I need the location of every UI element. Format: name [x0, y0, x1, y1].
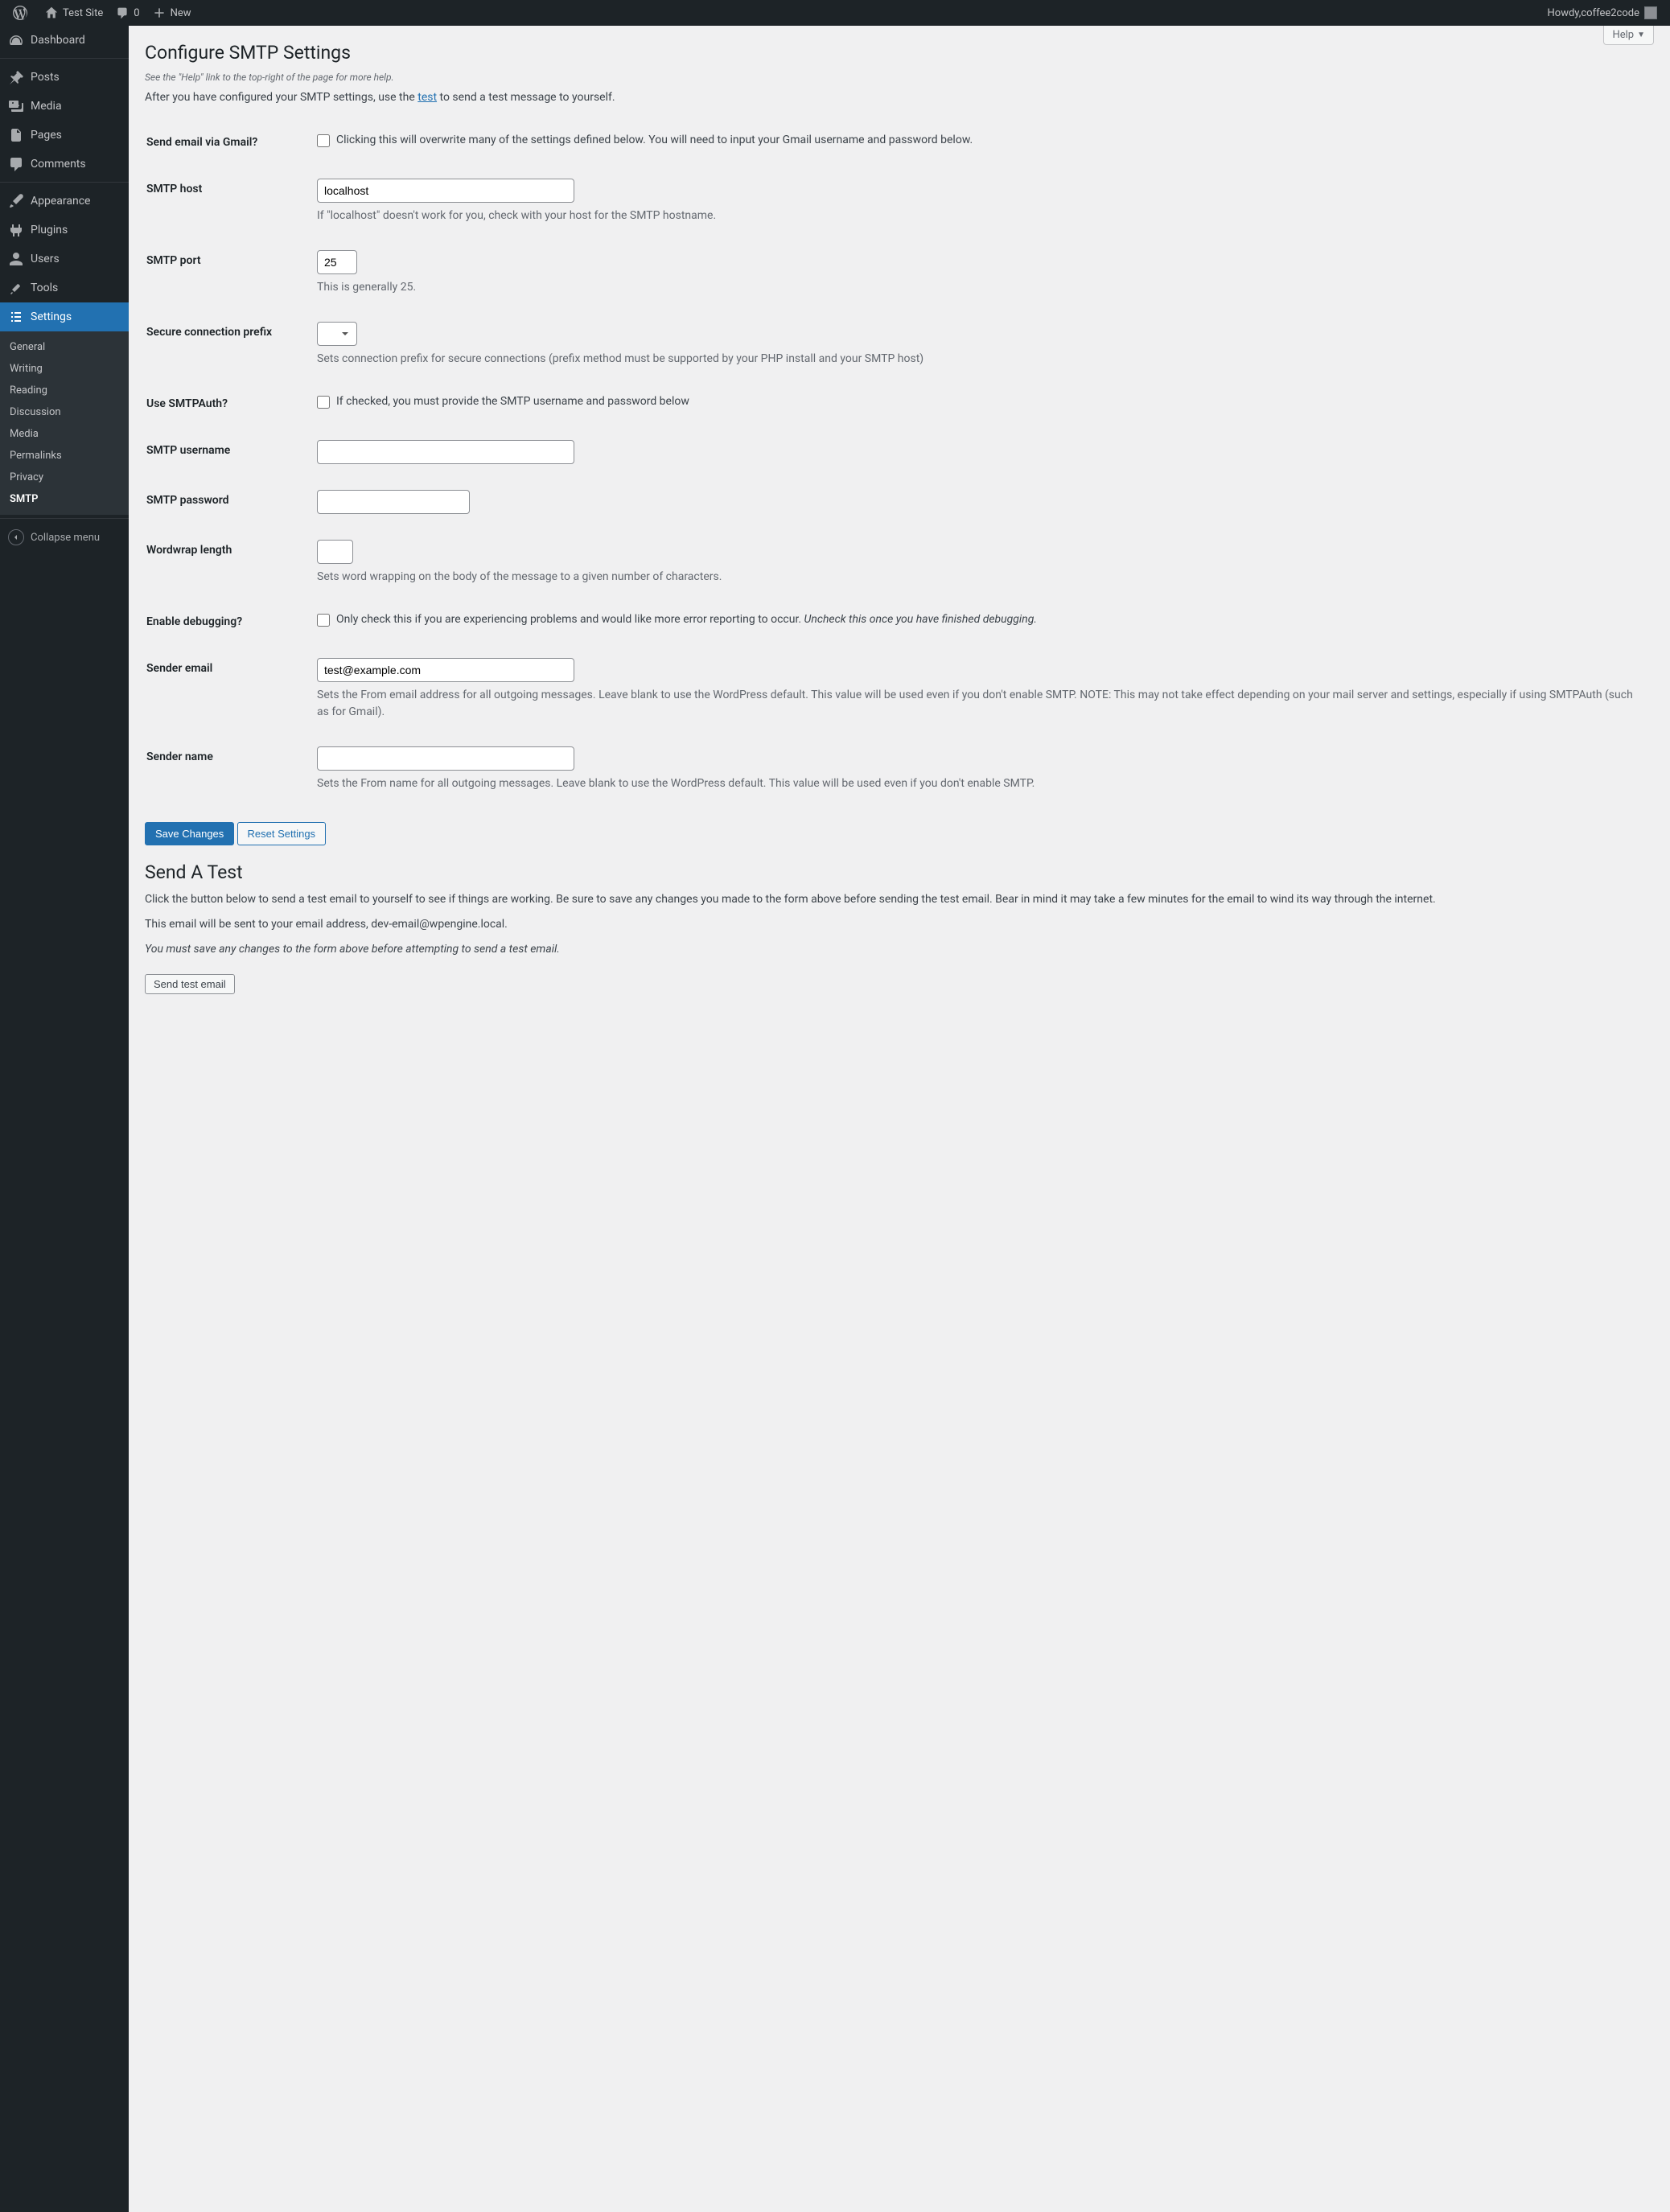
test-link[interactable]: test — [418, 91, 437, 104]
page-title: Configure SMTP Settings — [145, 26, 1654, 72]
wordpress-icon — [13, 6, 27, 20]
label-secure: Secure connection prefix — [146, 310, 307, 380]
label-port: SMTP port — [146, 238, 307, 308]
avatar — [1644, 6, 1657, 19]
collapse-icon — [8, 529, 24, 545]
menu-posts[interactable]: Posts — [0, 63, 129, 92]
submenu-discussion[interactable]: Discussion — [0, 401, 129, 423]
menu-comments[interactable]: Comments — [0, 150, 129, 179]
label-gmail: Send email via Gmail? — [146, 120, 307, 165]
site-name-text: Test Site — [63, 7, 103, 19]
plug-icon — [8, 222, 24, 238]
test-heading: Send A Test — [145, 861, 1654, 883]
site-name[interactable]: Test Site — [39, 0, 109, 26]
help-hint: See the "Help" link to the top-right of … — [145, 72, 1654, 83]
menu-pages[interactable]: Pages — [0, 121, 129, 150]
desc-gmail: Clicking this will overwrite many of the… — [336, 132, 973, 149]
desc-wrap: Sets word wrapping on the body of the me… — [317, 569, 1644, 586]
submenu-reading[interactable]: Reading — [0, 380, 129, 401]
dashboard-icon — [8, 32, 24, 48]
input-wrap[interactable] — [317, 540, 353, 564]
select-secure[interactable] — [317, 322, 357, 346]
submenu-media[interactable]: Media — [0, 423, 129, 445]
brush-icon — [8, 193, 24, 209]
content: Help▼ Configure SMTP Settings See the "H… — [129, 26, 1670, 2212]
my-account[interactable]: Howdy, coffee2code — [1541, 0, 1664, 26]
desc-auth: If checked, you must provide the SMTP us… — [336, 393, 689, 410]
submit-row: Save Changes Reset Settings — [145, 822, 1654, 845]
triangle-down-icon: ▼ — [1637, 31, 1645, 39]
username: coffee2code — [1581, 7, 1639, 19]
menu-dashboard[interactable]: Dashboard — [0, 26, 129, 55]
checkbox-gmail[interactable] — [317, 134, 330, 147]
desc-host: If "localhost" doesn't work for you, che… — [317, 208, 1644, 224]
menu-tools[interactable]: Tools — [0, 273, 129, 302]
new-content[interactable]: New — [146, 0, 198, 26]
desc-secure: Sets connection prefix for secure connec… — [317, 351, 1644, 368]
label-user: SMTP username — [146, 428, 307, 476]
checkbox-debug[interactable] — [317, 614, 330, 627]
wp-logo[interactable] — [6, 0, 39, 26]
submenu-settings: General Writing Reading Discussion Media… — [0, 331, 129, 515]
submenu-writing[interactable]: Writing — [0, 358, 129, 380]
comments-count: 0 — [134, 7, 139, 19]
menu-settings[interactable]: Settings — [0, 302, 129, 331]
label-sender-name: Sender name — [146, 734, 307, 804]
new-label: New — [171, 7, 191, 19]
submenu-smtp[interactable]: SMTP — [0, 488, 129, 510]
menu-appearance[interactable]: Appearance — [0, 187, 129, 216]
label-pass: SMTP password — [146, 478, 307, 526]
form-table: Send email via Gmail? Clicking this will… — [145, 118, 1654, 806]
admin-bar: Test Site 0 New Howdy, coffee2code — [0, 0, 1670, 26]
menu-media[interactable]: Media — [0, 92, 129, 121]
label-wrap: Wordwrap length — [146, 528, 307, 598]
send-test-button[interactable]: Send test email — [145, 974, 235, 994]
label-debug: Enable debugging? — [146, 599, 307, 644]
plus-icon — [153, 6, 166, 19]
wrench-icon — [8, 280, 24, 296]
page-icon — [8, 127, 24, 143]
media-icon — [8, 98, 24, 114]
desc-sender-name: Sets the From name for all outgoing mess… — [317, 775, 1644, 792]
comment-icon — [8, 156, 24, 172]
comments-link[interactable]: 0 — [109, 0, 146, 26]
intro: After you have configured your SMTP sett… — [145, 89, 1654, 106]
submenu-privacy[interactable]: Privacy — [0, 467, 129, 488]
sliders-icon — [8, 309, 24, 325]
howdy-text: Howdy, — [1548, 7, 1582, 19]
input-port[interactable] — [317, 250, 357, 274]
checkbox-auth[interactable] — [317, 396, 330, 409]
menu-plugins[interactable]: Plugins — [0, 216, 129, 245]
input-sender-email[interactable] — [317, 658, 574, 682]
test-p2: This email will be sent to your email ad… — [145, 916, 1654, 933]
test-p3: You must save any changes to the form ab… — [145, 941, 1654, 958]
desc-port: This is generally 25. — [317, 279, 1644, 296]
comment-icon — [116, 6, 129, 19]
input-pass[interactable] — [317, 490, 470, 514]
test-p1: Click the button below to send a test em… — [145, 891, 1654, 908]
menu-users[interactable]: Users — [0, 245, 129, 273]
reset-button[interactable]: Reset Settings — [237, 822, 327, 845]
admin-menu: Dashboard Posts Media Pages Comments App… — [0, 26, 129, 2212]
label-host: SMTP host — [146, 167, 307, 236]
submenu-general[interactable]: General — [0, 336, 129, 358]
save-button[interactable]: Save Changes — [145, 822, 234, 845]
input-sender-name[interactable] — [317, 746, 574, 771]
home-icon — [45, 6, 58, 19]
submenu-permalinks[interactable]: Permalinks — [0, 445, 129, 467]
pin-icon — [8, 69, 24, 85]
input-user[interactable] — [317, 440, 574, 464]
user-icon — [8, 251, 24, 267]
label-auth: Use SMTPAuth? — [146, 381, 307, 426]
collapse-menu[interactable]: Collapse menu — [0, 523, 129, 552]
label-sender-email: Sender email — [146, 646, 307, 733]
desc-debug: Only check this if you are experiencing … — [336, 611, 1037, 628]
help-tab[interactable]: Help▼ — [1603, 26, 1654, 45]
desc-sender-email: Sets the From email address for all outg… — [317, 687, 1644, 721]
input-host[interactable] — [317, 179, 574, 203]
